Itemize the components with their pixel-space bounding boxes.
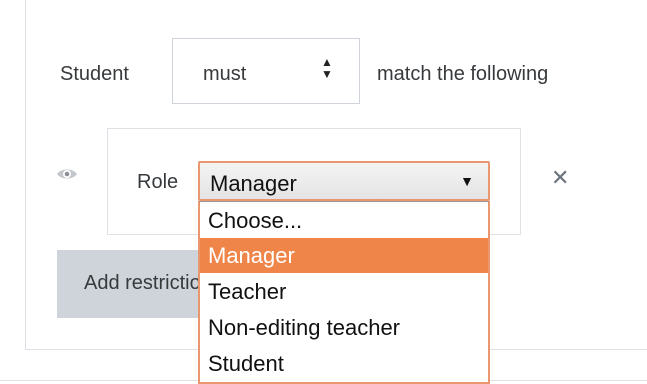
dropdown-option-selected[interactable]: Manager [200, 238, 488, 273]
dropdown-option[interactable]: Teacher [200, 274, 488, 309]
match-mode-value: must [203, 63, 247, 85]
condition-label: Role [137, 171, 179, 193]
role-dropdown-list: Choose... Manager Teacher Non-editing te… [198, 201, 490, 384]
chevron-down-icon: ▼ [460, 173, 474, 189]
match-mode-select[interactable]: must ▲ ▼ [172, 38, 360, 104]
updown-arrows-icon: ▲ ▼ [321, 55, 333, 81]
eye-icon[interactable] [56, 167, 78, 181]
dropdown-option[interactable]: Choose... [200, 203, 488, 238]
subject-label: Student [60, 63, 129, 85]
role-select-value: Manager [210, 171, 297, 196]
dropdown-option[interactable]: Student [200, 346, 488, 381]
match-suffix-label: match the following [377, 63, 549, 85]
role-select[interactable]: Manager ▼ [198, 161, 490, 201]
availability-editor: Student must ▲ ▼ match the following Role… [0, 0, 647, 384]
close-icon[interactable]: ✕ [551, 165, 569, 191]
dropdown-option[interactable]: Non-editing teacher [200, 310, 488, 345]
